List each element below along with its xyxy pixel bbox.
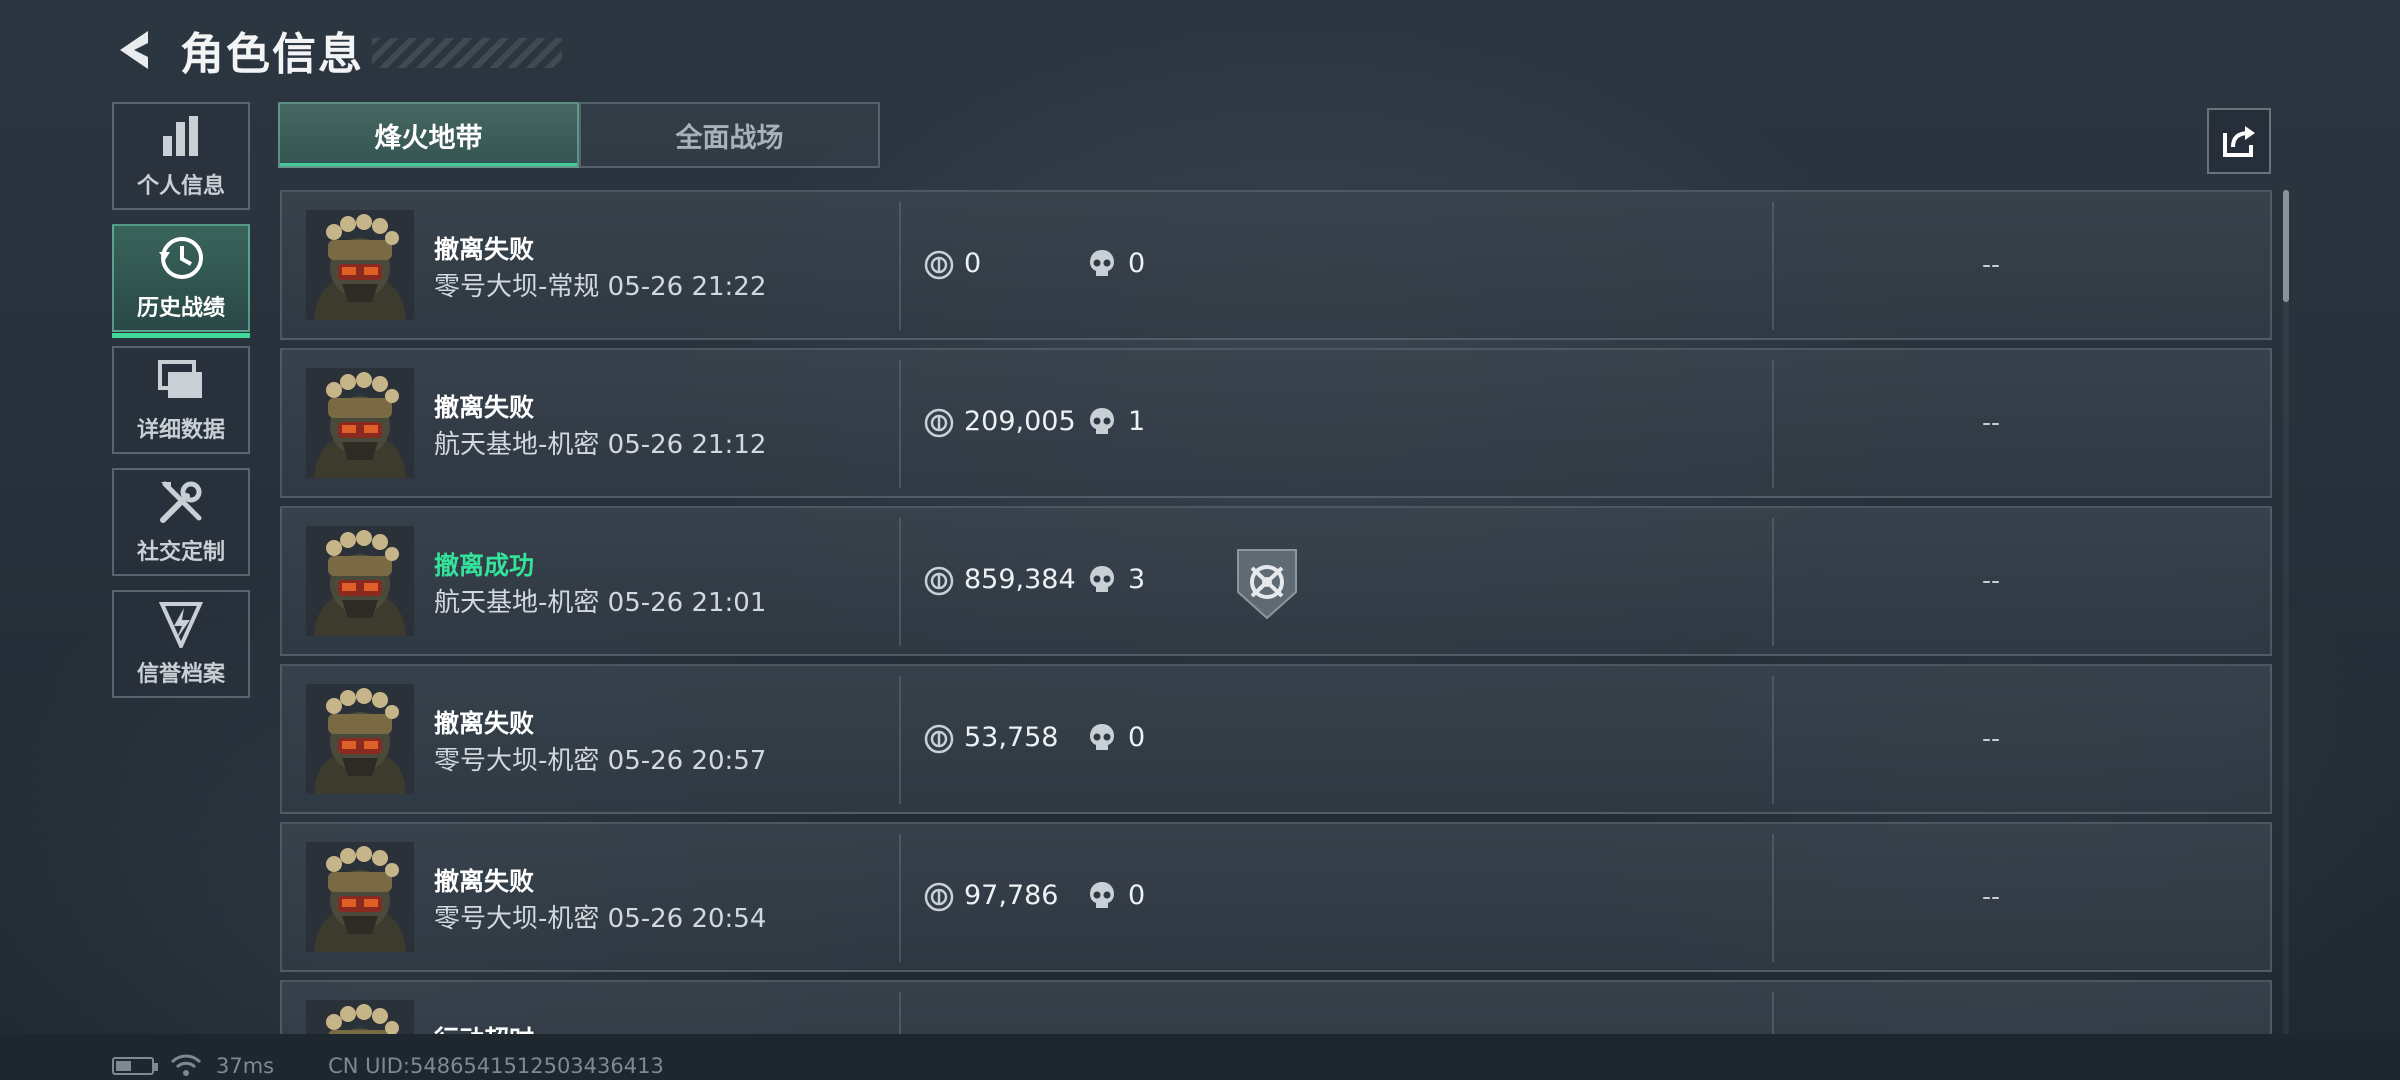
match-history-list[interactable]: 撤离失败 零号大坝-常规 05-26 21:22 0 0 -- 撤离失败 航天基… bbox=[280, 190, 2272, 1034]
column-divider bbox=[1772, 360, 1774, 488]
match-row[interactable]: 行动超时 bbox=[280, 980, 2272, 1034]
ping-value: 37ms bbox=[216, 1054, 275, 1078]
column-divider bbox=[899, 360, 901, 488]
back-arrow-icon bbox=[120, 31, 148, 69]
match-row[interactable]: 撤离失败 零号大坝-机密 05-26 20:57 53,758 0 -- bbox=[280, 664, 2272, 814]
skull-icon bbox=[1088, 722, 1116, 754]
player-uid: CN UID:5486541512503436413 bbox=[328, 1054, 664, 1078]
column-divider bbox=[1772, 834, 1774, 962]
currency-icon bbox=[924, 408, 954, 438]
scrollbar[interactable] bbox=[2283, 190, 2289, 1034]
currency-icon bbox=[924, 566, 954, 596]
kill-count: 0 bbox=[1128, 722, 1146, 753]
match-row[interactable]: 撤离失败 零号大坝-常规 05-26 21:22 0 0 -- bbox=[280, 190, 2272, 340]
page-title: 角色信息 bbox=[180, 29, 364, 80]
kill-count: 3 bbox=[1128, 564, 1146, 595]
extra-info: -- bbox=[1982, 250, 2001, 279]
currency-icon bbox=[924, 882, 954, 912]
scroll-thumb[interactable] bbox=[2283, 190, 2289, 302]
sidebar-item-history[interactable]: 历史战绩 bbox=[112, 224, 250, 338]
sidebar-item-reputation[interactable]: 信誉档案 bbox=[112, 590, 250, 698]
back-button[interactable] bbox=[112, 25, 156, 75]
lightning-emblem-icon bbox=[157, 600, 205, 648]
sidebar-item-label: 社交定制 bbox=[136, 540, 225, 565]
column-divider bbox=[899, 676, 901, 804]
column-divider bbox=[1772, 992, 1774, 1034]
header: 角色信息 bbox=[112, 18, 562, 82]
column-divider bbox=[1772, 676, 1774, 804]
battery-icon bbox=[112, 1057, 158, 1075]
tab-full-battlefield[interactable]: 全面战场 bbox=[579, 102, 880, 168]
match-row[interactable]: 撤离失败 零号大坝-机密 05-26 20:54 97,786 0 -- bbox=[280, 822, 2272, 972]
sidebar-item-label: 详细数据 bbox=[136, 418, 225, 443]
history-clock-icon bbox=[157, 234, 205, 282]
sidebar-item-label: 信誉档案 bbox=[136, 662, 225, 687]
column-divider bbox=[899, 992, 901, 1034]
extracted-value: 0 bbox=[964, 248, 982, 279]
kill-count: 0 bbox=[1128, 880, 1146, 911]
skull-icon bbox=[1088, 880, 1116, 912]
currency-icon bbox=[924, 724, 954, 754]
map-and-time: 航天基地-机密 05-26 21:12 bbox=[434, 430, 767, 460]
operator-avatar bbox=[306, 368, 414, 478]
skull-icon bbox=[1088, 564, 1116, 596]
skull-icon bbox=[1088, 248, 1116, 280]
map-and-time: 零号大坝-常规 05-26 21:22 bbox=[434, 272, 767, 302]
match-row[interactable]: 撤离失败 航天基地-机密 05-26 21:12 209,005 1 -- bbox=[280, 348, 2272, 498]
match-row[interactable]: 撤离成功 航天基地-机密 05-26 21:01 859,384 3 -- bbox=[280, 506, 2272, 656]
skull-icon bbox=[1088, 406, 1116, 438]
extracted-value: 209,005 bbox=[964, 406, 1076, 437]
column-divider bbox=[1772, 202, 1774, 330]
map-and-time: 航天基地-机密 05-26 21:01 bbox=[434, 588, 767, 618]
column-divider bbox=[899, 202, 901, 330]
match-result: 撤离失败 bbox=[434, 235, 535, 264]
extra-info: -- bbox=[1982, 408, 2001, 437]
map-and-time: 零号大坝-机密 05-26 20:57 bbox=[434, 746, 767, 776]
operator-avatar bbox=[306, 210, 414, 320]
bar-chart-icon bbox=[157, 112, 205, 160]
match-result: 撤离成功 bbox=[434, 551, 535, 580]
extra-info: -- bbox=[1982, 882, 2001, 911]
currency-icon bbox=[924, 250, 954, 280]
operator-avatar bbox=[306, 684, 414, 794]
extracted-value: 53,758 bbox=[964, 722, 1059, 753]
sidebar-item-label: 个人信息 bbox=[136, 174, 225, 199]
title-decoration bbox=[372, 38, 562, 68]
battery-level bbox=[116, 1061, 131, 1071]
extraction-badge-icon[interactable] bbox=[1234, 546, 1300, 622]
map-and-time: 零号大坝-机密 05-26 20:54 bbox=[434, 904, 767, 934]
extra-info: -- bbox=[1982, 724, 2001, 753]
share-button[interactable] bbox=[2207, 108, 2271, 174]
tab-warfire-zone[interactable]: 烽火地带 bbox=[278, 102, 579, 168]
extracted-value: 859,384 bbox=[964, 564, 1076, 595]
sidebar-item-personal-info[interactable]: 个人信息 bbox=[112, 102, 250, 210]
match-result: 撤离失败 bbox=[434, 867, 535, 896]
tools-icon bbox=[157, 478, 205, 526]
status-bar: 37ms CN UID:5486541512503436413 bbox=[112, 1054, 664, 1078]
extra-info: -- bbox=[1982, 566, 2001, 595]
match-result: 行动超时 bbox=[434, 1020, 534, 1034]
sidebar-item-label: 历史战绩 bbox=[136, 296, 225, 321]
sidebar-item-detailed-data[interactable]: 详细数据 bbox=[112, 346, 250, 454]
sidebar-item-social-custom[interactable]: 社交定制 bbox=[112, 468, 250, 576]
match-result: 撤离失败 bbox=[434, 709, 535, 738]
operator-avatar bbox=[306, 842, 414, 952]
kill-count: 1 bbox=[1128, 406, 1146, 437]
share-icon bbox=[2223, 126, 2255, 157]
folders-icon bbox=[157, 356, 205, 404]
operator-avatar bbox=[306, 526, 414, 636]
match-result: 撤离失败 bbox=[434, 393, 535, 422]
kill-count: 0 bbox=[1128, 248, 1146, 279]
column-divider bbox=[899, 834, 901, 962]
column-divider bbox=[899, 518, 901, 646]
wifi-icon bbox=[170, 1054, 202, 1076]
extracted-value: 97,786 bbox=[964, 880, 1059, 911]
sidebar: 个人信息 历史战绩 详细数据 社交定制 信誉档案 bbox=[112, 102, 250, 712]
operator-avatar bbox=[306, 1000, 414, 1034]
column-divider bbox=[1772, 518, 1774, 646]
mode-tabs: 烽火地带 全面战场 bbox=[278, 102, 880, 168]
